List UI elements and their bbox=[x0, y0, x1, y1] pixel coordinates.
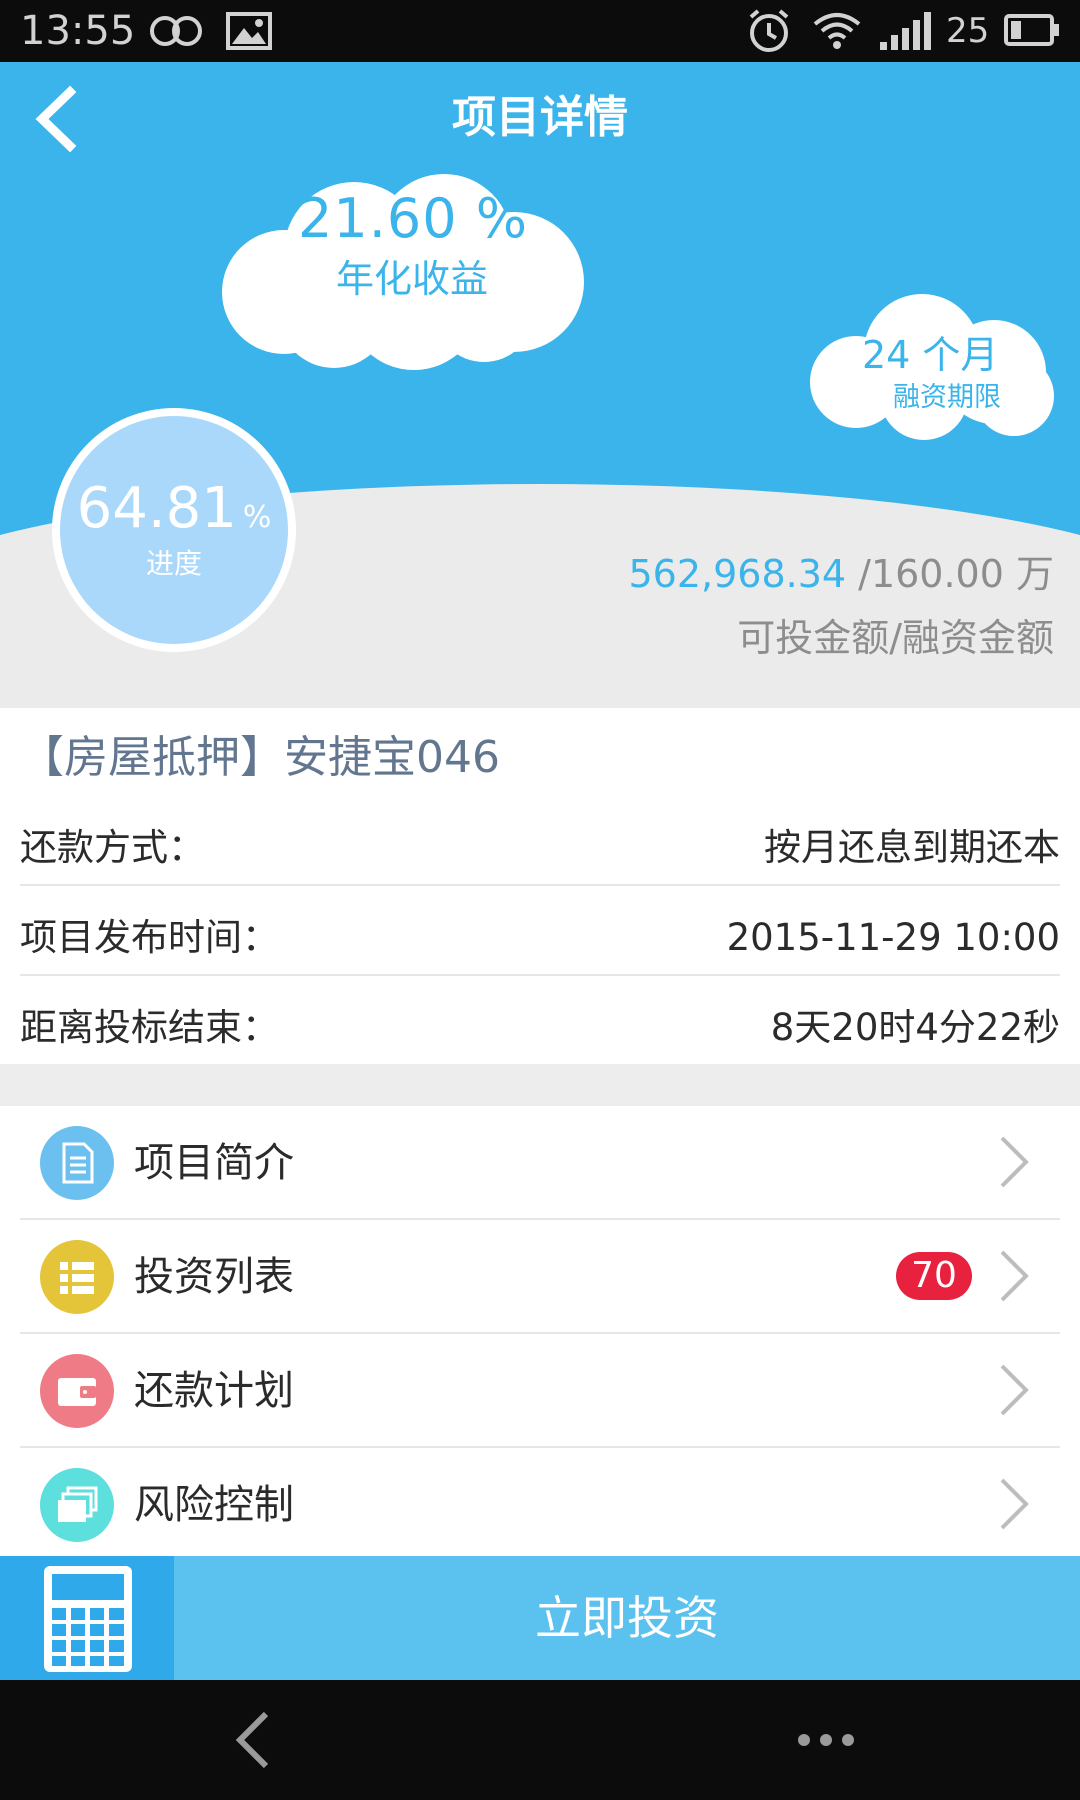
list-icon bbox=[40, 1240, 114, 1314]
menu-item-label: 项目简介 bbox=[134, 1140, 294, 1186]
wallet-icon bbox=[40, 1354, 114, 1428]
system-nav-bar bbox=[0, 1680, 1080, 1800]
repayment-method-row: 还款方式： 按月还息到期还本 bbox=[20, 804, 1060, 892]
project-name: 【房屋抵押】安捷宝046 bbox=[20, 732, 500, 783]
progress-label: 进度 bbox=[145, 547, 202, 580]
repayment-method-value: 按月还息到期还本 bbox=[764, 826, 1060, 869]
image-icon bbox=[226, 12, 272, 50]
battery-icon bbox=[1004, 14, 1059, 46]
chevron-right-icon bbox=[1000, 1136, 1029, 1188]
invest-now-button[interactable]: 立即投资 bbox=[174, 1556, 1080, 1680]
page-title: 项目详情 bbox=[452, 92, 628, 143]
menu-item-repayment-plan[interactable]: 还款计划 bbox=[0, 1334, 1080, 1448]
calculator-button[interactable] bbox=[0, 1556, 174, 1680]
countdown-row: 距离投标结束： 8天20时4分22秒 bbox=[20, 984, 1060, 1072]
battery-level: 25 bbox=[946, 11, 990, 51]
divider bbox=[20, 884, 1060, 886]
investment-count-badge: 70 bbox=[896, 1252, 972, 1300]
total-amount: /160.00 万 bbox=[846, 552, 1054, 596]
chevron-right-icon bbox=[1000, 1478, 1029, 1530]
annual-rate-value: 21.60 % bbox=[298, 187, 529, 250]
publish-time-key: 项目发布时间： bbox=[20, 916, 279, 959]
document-icon bbox=[40, 1126, 114, 1200]
progress-circle: 64.81% 进度 bbox=[52, 408, 296, 652]
publish-time-row: 项目发布时间： 2015-11-29 10:00 bbox=[20, 894, 1060, 982]
project-hero: 项目详情 21.60 % 年化收益 24 个月 融资期限 64.81 % 进度 … bbox=[0, 62, 1080, 708]
chevron-right-icon bbox=[1000, 1364, 1029, 1416]
progress-unit: % bbox=[242, 500, 272, 535]
status-time: 13:55 bbox=[20, 8, 136, 54]
menu-item-label: 还款计划 bbox=[134, 1368, 294, 1414]
menu-item-label: 风险控制 bbox=[134, 1482, 294, 1528]
project-info: 【房屋抵押】安捷宝046 还款方式： 按月还息到期还本 项目发布时间： 2015… bbox=[0, 708, 1080, 1064]
nav-more-button[interactable] bbox=[796, 1732, 856, 1748]
amounts: 562,968.34 /160.00 万 bbox=[628, 546, 1054, 602]
layers-icon bbox=[40, 1468, 114, 1542]
publish-time-value: 2015-11-29 10:00 bbox=[726, 916, 1060, 959]
menu-item-risk-control[interactable]: 风险控制 bbox=[0, 1448, 1080, 1562]
signal-icon bbox=[880, 12, 931, 50]
status-bar: 13:55 25 bbox=[0, 0, 1080, 62]
menu-item-investment-list[interactable]: 投资列表 70 bbox=[0, 1220, 1080, 1334]
invest-bar: 立即投资 bbox=[0, 1556, 1080, 1680]
chevron-right-icon bbox=[1000, 1250, 1029, 1302]
available-amount: 562,968.34 bbox=[628, 552, 847, 596]
divider bbox=[20, 974, 1060, 976]
nav-back-button[interactable] bbox=[232, 1710, 272, 1770]
calculator-icon bbox=[44, 1566, 132, 1672]
term-label: 融资期限 bbox=[893, 382, 1001, 413]
menu-item-project-intro[interactable]: 项目简介 bbox=[0, 1106, 1080, 1220]
annual-rate-label: 年化收益 bbox=[336, 257, 489, 301]
alarm-icon bbox=[749, 9, 789, 52]
amounts-label: 可投金额/融资金额 bbox=[737, 616, 1054, 660]
progress-value: 64.81% bbox=[76, 476, 272, 541]
countdown-key: 距离投标结束： bbox=[20, 1006, 279, 1049]
wifi-icon bbox=[813, 13, 861, 49]
countdown-value: 8天20时4分22秒 bbox=[770, 1006, 1060, 1049]
detail-menu: 项目简介 投资列表 70 还款计划 风险控制 bbox=[0, 1106, 1080, 1556]
menu-item-label: 投资列表 bbox=[134, 1254, 294, 1300]
repayment-method-key: 还款方式： bbox=[20, 826, 205, 869]
term-value: 24 个月 bbox=[862, 333, 999, 377]
infinity-icon bbox=[150, 16, 202, 46]
